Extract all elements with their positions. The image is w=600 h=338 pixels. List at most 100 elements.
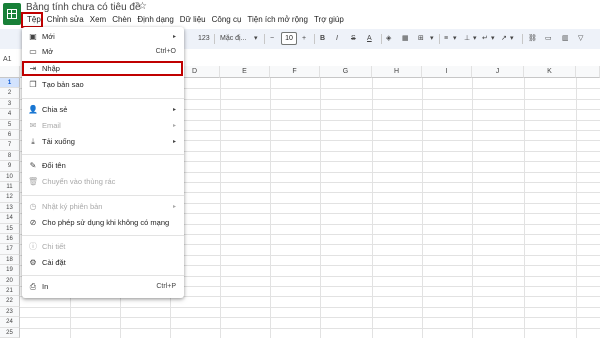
history-icon: ◷ [29, 202, 37, 211]
column-header-e[interactable]: E [220, 66, 270, 78]
row-header[interactable]: 23 [0, 306, 20, 318]
row-header[interactable]: 24 [0, 317, 20, 328]
row-header[interactable]: 11 [0, 182, 20, 193]
row-header[interactable]: 10 [0, 171, 20, 182]
column-header-g[interactable]: G [320, 66, 372, 78]
menu-item-label: Tạo bản sao [42, 80, 84, 89]
row-header[interactable]: 14 [0, 213, 20, 224]
row-header[interactable]: 12 [0, 192, 20, 203]
menu-item-settings[interactable]: ⚙ Cài đặt [22, 256, 184, 270]
bold-icon[interactable]: B [320, 33, 325, 45]
menu-help[interactable]: Trợ giúp [311, 14, 347, 26]
row-header[interactable]: 25 [0, 327, 20, 338]
merge-chevron-icon[interactable]: ▾ [430, 33, 434, 45]
menu-item-label: Cài đặt [42, 258, 66, 267]
row-header[interactable]: 21 [0, 286, 20, 297]
vertical-align-icon[interactable]: ⊥ [464, 33, 470, 45]
menu-item-print[interactable]: ⎙ In Ctrl+P [22, 280, 184, 294]
fill-color-icon[interactable]: ◈ [386, 33, 391, 45]
submenu-arrow-icon: ▸ [172, 107, 176, 113]
row-header[interactable]: 17 [0, 244, 20, 255]
horizontal-align-icon[interactable]: ≡ [444, 33, 448, 45]
text-wrap-chevron-icon[interactable]: ▾ [491, 33, 495, 45]
number-format-button[interactable]: 123 [198, 33, 210, 45]
menu-item-label: In [42, 282, 49, 291]
horizontal-align-chevron-icon[interactable]: ▾ [453, 33, 457, 45]
submenu-arrow-icon: ▸ [172, 139, 176, 145]
borders-icon[interactable]: ▦ [402, 33, 409, 45]
menu-item-rename[interactable]: ✎ Đổi tên [22, 159, 184, 173]
row-header[interactable]: 22 [0, 296, 20, 307]
menu-item-label: Cho phép sử dụng khi không có mạng [42, 218, 170, 227]
menu-item-label: Tải xuống [42, 137, 75, 146]
menu-item-make-available-offline[interactable]: ⊘ Cho phép sử dụng khi không có mạng [22, 216, 184, 230]
name-box[interactable]: A1 [3, 56, 12, 63]
toolbar-divider [264, 34, 265, 44]
menu-item-label: Email [42, 121, 61, 130]
star-icon[interactable]: ☆ [138, 1, 147, 12]
row-header[interactable]: 3 [0, 98, 20, 110]
folder-icon: ▭ [29, 47, 37, 56]
menu-data[interactable]: Dữ liệu [177, 14, 209, 26]
column-header-i[interactable]: I [422, 66, 472, 78]
row-header[interactable]: 19 [0, 265, 20, 276]
filter-icon[interactable]: ▽ [578, 33, 583, 45]
menu-extensions[interactable]: Tiện ích mở rộng [244, 14, 311, 26]
column-header-blank[interactable] [576, 66, 600, 78]
font-name-chevron-icon[interactable]: ▾ [254, 33, 258, 45]
text-rotation-chevron-icon[interactable]: ▾ [510, 33, 514, 45]
menu-item-make-copy[interactable]: ❐ Tạo bản sao [22, 78, 184, 92]
column-header-h[interactable]: H [372, 66, 422, 78]
text-wrap-icon[interactable]: ↵ [482, 33, 488, 45]
download-icon: ⤓ [31, 137, 35, 146]
row-header[interactable]: 15 [0, 223, 20, 234]
menu-tools[interactable]: Công cụ [209, 14, 245, 26]
document-title[interactable]: Bảng tính chưa có tiêu đề [26, 2, 141, 13]
toolbar-divider [214, 34, 215, 44]
row-header[interactable]: 20 [0, 275, 20, 286]
text-color-icon[interactable]: A [367, 33, 372, 45]
menu-edit[interactable]: Chỉnh sửa [44, 14, 87, 26]
link-icon[interactable]: ⛓ [528, 33, 537, 45]
column-header-j[interactable]: J [472, 66, 524, 78]
row-header[interactable]: 1 [0, 78, 20, 89]
menu-item-label: Chia sẻ [42, 105, 68, 114]
menu-format[interactable]: Định dạng [134, 14, 176, 26]
sheets-logo[interactable] [3, 3, 21, 25]
font-size-input[interactable]: 10 [281, 32, 297, 45]
row-header[interactable]: 7 [0, 140, 20, 151]
strikethrough-icon[interactable]: S [351, 33, 356, 45]
column-header-f[interactable]: F [270, 66, 320, 78]
row-header[interactable]: 16 [0, 234, 20, 245]
menu-insert[interactable]: Chèn [109, 14, 134, 26]
row-header[interactable]: 8 [0, 150, 20, 162]
row-header[interactable]: 4 [0, 109, 20, 120]
menu-divider [22, 195, 184, 196]
menu-view[interactable]: Xem [87, 14, 109, 26]
row-header[interactable]: 5 [0, 119, 20, 130]
select-all-corner[interactable] [0, 66, 20, 78]
info-icon: ⓘ [29, 242, 37, 251]
text-rotation-icon[interactable]: ↗ [501, 33, 507, 45]
row-header[interactable]: 2 [0, 88, 20, 99]
row-header[interactable]: 6 [0, 130, 20, 141]
menu-item-new[interactable]: ▣ Mới ▸ [22, 30, 184, 44]
menu-item-email: ✉ Email ▸ [22, 119, 184, 133]
toolbar-divider [439, 34, 440, 44]
chart-icon[interactable]: ▥ [562, 33, 569, 45]
comment-icon[interactable]: ▭ [545, 33, 552, 45]
menu-item-download[interactable]: ⤓ Tải xuống ▸ [22, 135, 184, 149]
row-header[interactable]: 9 [0, 161, 20, 172]
font-name-select[interactable]: Mặc đị... [220, 33, 246, 45]
row-header[interactable]: 18 [0, 254, 20, 266]
font-size-increase-button[interactable]: + [302, 33, 306, 45]
italic-icon[interactable]: I [336, 33, 338, 45]
menu-item-open[interactable]: ▭ Mở Ctrl+O [22, 45, 184, 59]
font-size-decrease-button[interactable]: − [270, 33, 274, 45]
menu-item-share[interactable]: 👤 Chia sẻ ▸ [22, 103, 184, 117]
merge-cells-icon[interactable]: ⊞ [418, 33, 424, 45]
vertical-align-chevron-icon[interactable]: ▾ [473, 33, 477, 45]
column-header-k[interactable]: K [524, 66, 576, 78]
menu-divider [22, 235, 184, 236]
row-header[interactable]: 13 [0, 202, 20, 214]
